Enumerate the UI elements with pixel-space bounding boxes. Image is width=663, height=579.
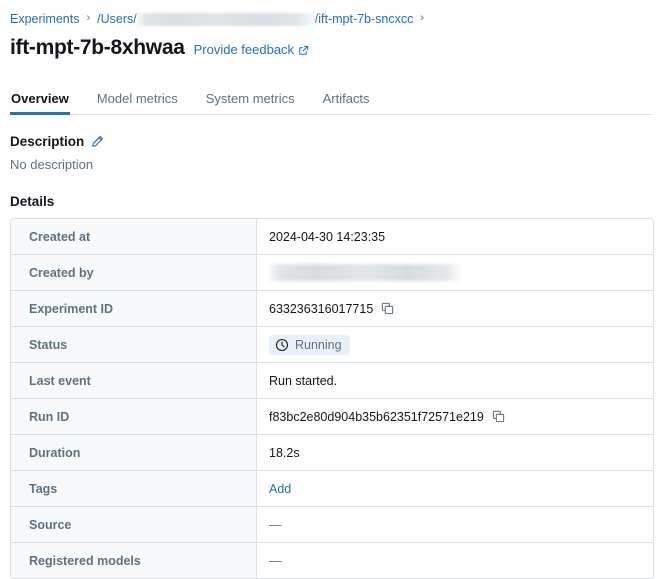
row-value-last-event: Run started. <box>269 373 338 388</box>
tab-overview[interactable]: Overview <box>10 91 70 115</box>
table-row: Last event Run started. <box>11 363 653 399</box>
table-row: Tags Add <box>11 471 653 507</box>
row-label: Duration <box>11 435 257 470</box>
row-label: Experiment ID <box>11 291 257 326</box>
table-row: Created at 2024-04-30 14:23:35 <box>11 219 653 255</box>
row-value-created-by <box>257 255 653 290</box>
title-row: ift-mpt-7b-8xhwaa Provide feedback <box>10 35 653 63</box>
experiment-run-page: Experiments › /Users/ /ift-mpt-7b-sncxcc… <box>0 0 663 579</box>
row-label: Source <box>11 507 257 542</box>
table-row: Registered models — <box>11 543 653 578</box>
row-value-registered-models: — <box>269 553 282 568</box>
row-label: Last event <box>11 363 257 398</box>
row-value-experiment-id: 633236316017715 <box>257 291 653 326</box>
table-row: Duration 18.2s <box>11 435 653 471</box>
breadcrumb-path-prefix: /Users/ <box>97 12 137 26</box>
row-value-run-id: f83bc2e80d904b35b62351f72571e219 <box>257 399 653 434</box>
tab-bar: Overview Model metrics System metrics Ar… <box>10 84 653 115</box>
status-badge-label: Running <box>295 337 342 352</box>
experiment-id-text: 633236316017715 <box>269 301 374 316</box>
provide-feedback-label: Provide feedback <box>193 42 295 57</box>
row-label: Tags <box>11 471 257 506</box>
breadcrumb: Experiments › /Users/ /ift-mpt-7b-sncxcc… <box>10 0 653 32</box>
page-title: ift-mpt-7b-8xhwaa <box>10 36 185 59</box>
table-row: Experiment ID 633236316017715 <box>11 291 653 327</box>
description-header: Description <box>10 134 653 149</box>
breadcrumb-separator-trailing-icon: › <box>420 12 425 24</box>
redacted-value <box>269 264 461 281</box>
status-badge: Running <box>269 334 350 355</box>
details-heading: Details <box>10 194 55 209</box>
row-label: Registered models <box>11 543 257 578</box>
table-row: Status Running <box>11 327 653 363</box>
tab-system-metrics[interactable]: System metrics <box>206 91 295 114</box>
row-label: Status <box>11 327 257 362</box>
run-id-text: f83bc2e80d904b35b62351f72571e219 <box>269 409 484 424</box>
description-body: No description <box>10 157 94 172</box>
copy-icon[interactable] <box>381 302 394 315</box>
row-value-tags: Add <box>257 471 653 506</box>
row-value-created-at: 2024-04-30 14:23:35 <box>269 229 386 244</box>
tab-model-metrics[interactable]: Model metrics <box>97 91 178 114</box>
table-row: Created by <box>11 255 653 291</box>
row-value-source: — <box>269 517 282 532</box>
tab-artifacts[interactable]: Artifacts <box>323 91 370 114</box>
add-tag-link[interactable]: Add <box>269 482 291 496</box>
breadcrumb-separator-icon: › <box>86 12 91 24</box>
row-value-duration: 18.2s <box>269 445 300 460</box>
table-row: Source — <box>11 507 653 543</box>
table-row: Run ID f83bc2e80d904b35b62351f72571e219 <box>11 399 653 435</box>
breadcrumb-path-suffix: /ift-mpt-7b-sncxcc <box>314 12 414 26</box>
provide-feedback-link[interactable]: Provide feedback <box>194 42 309 57</box>
breadcrumb-item-path[interactable]: /Users/ /ift-mpt-7b-sncxcc <box>97 12 413 26</box>
pencil-icon[interactable] <box>91 135 104 148</box>
copy-icon[interactable] <box>492 410 505 423</box>
row-label: Created at <box>11 219 257 254</box>
row-label: Created by <box>11 255 257 290</box>
row-value-status: Running <box>257 327 653 362</box>
breadcrumb-redacted-user <box>136 12 315 26</box>
breadcrumb-item-experiments[interactable]: Experiments <box>10 12 79 26</box>
details-table: Created at 2024-04-30 14:23:35 Created b… <box>10 218 654 579</box>
clock-icon <box>275 338 289 352</box>
external-link-icon <box>298 44 309 55</box>
row-label: Run ID <box>11 399 257 434</box>
description-heading: Description <box>10 134 85 149</box>
